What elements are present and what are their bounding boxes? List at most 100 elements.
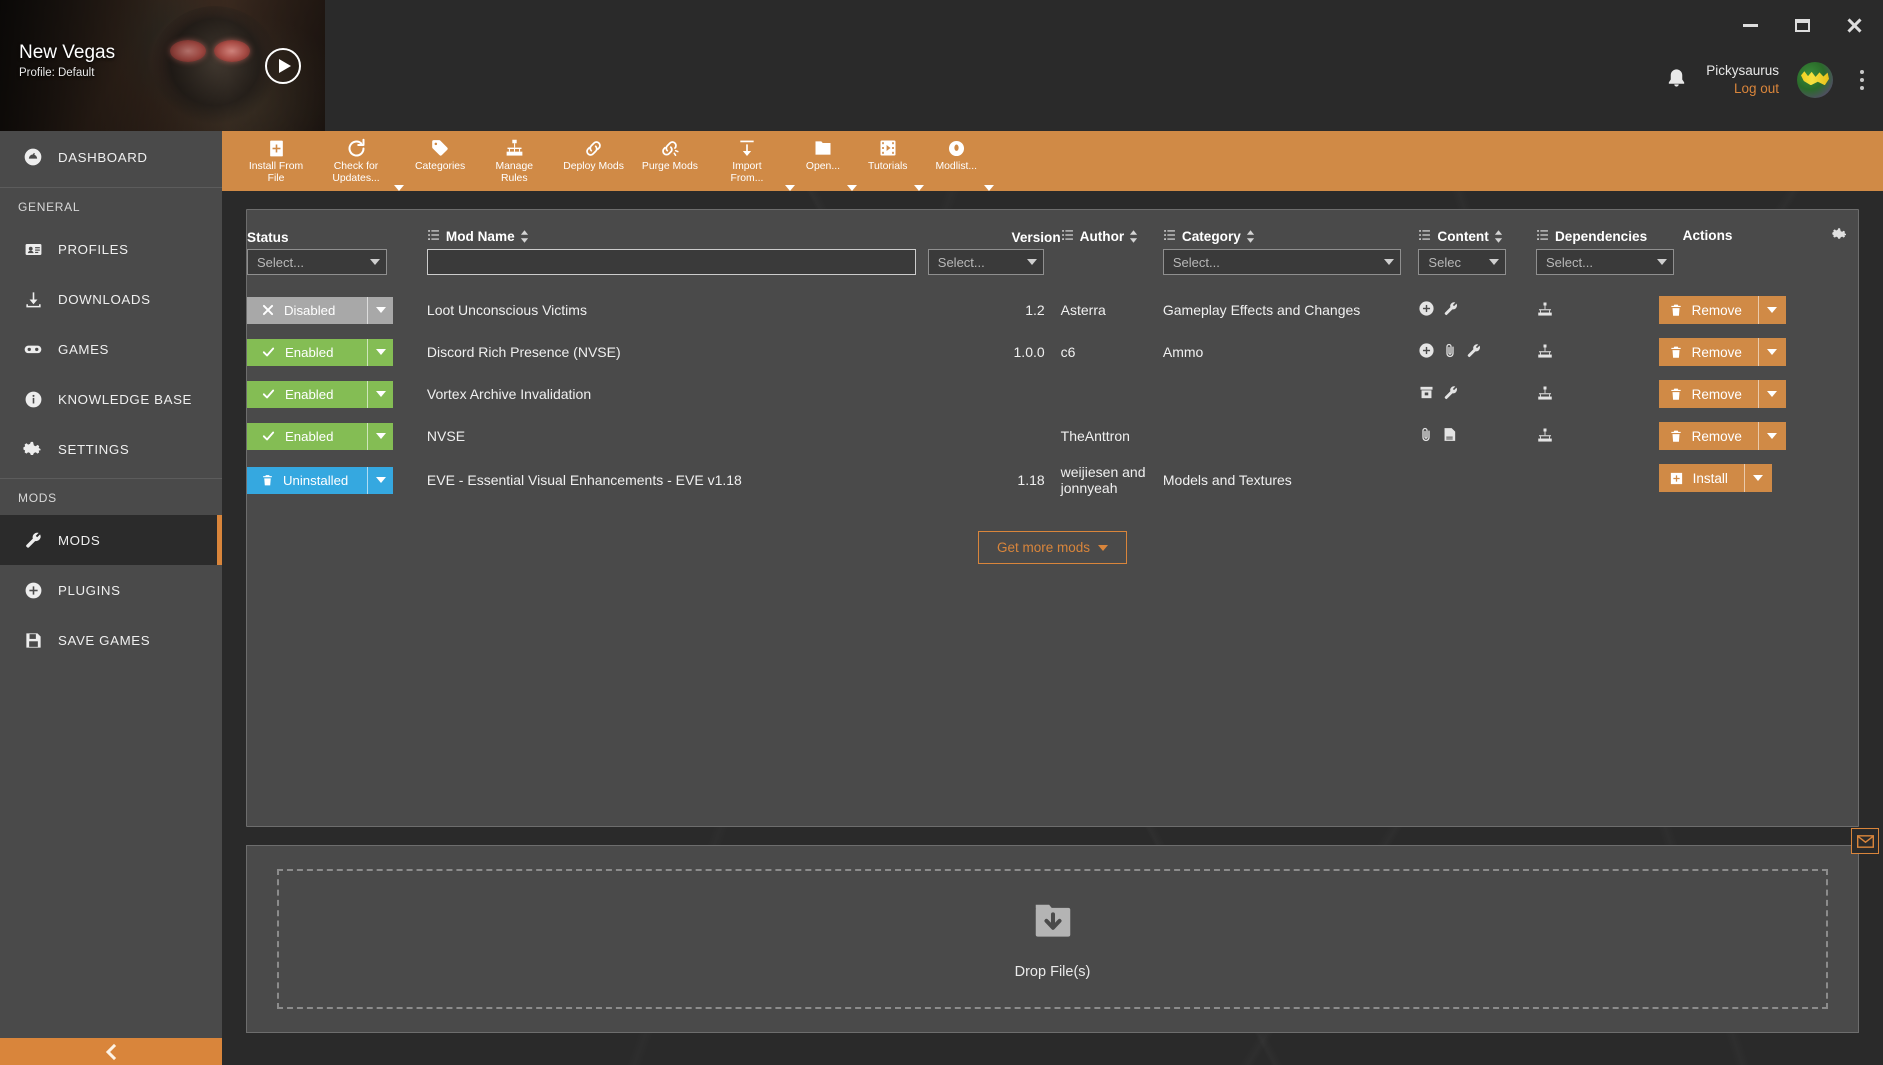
column-header-mod-name[interactable]: Mod Name xyxy=(427,210,928,249)
categories-button[interactable]: Categories xyxy=(406,131,474,173)
sidebar-item-downloads[interactable]: DOWNLOADS xyxy=(0,274,222,324)
status-filter-select[interactable]: Select... xyxy=(247,249,387,275)
column-menu-icon[interactable] xyxy=(1418,228,1432,245)
manage-rules-button[interactable]: Manage Rules xyxy=(474,131,554,184)
status-dropdown-button[interactable] xyxy=(367,423,393,450)
status-toggle-main[interactable]: Enabled xyxy=(247,423,367,450)
more-menu-button[interactable] xyxy=(1851,65,1873,95)
dependency-tree-icon[interactable] xyxy=(1536,301,1659,319)
check-for-updates-button[interactable]: Check for Updates... xyxy=(316,131,396,184)
column-menu-icon[interactable] xyxy=(1163,228,1177,245)
maximize-button[interactable] xyxy=(1789,12,1815,38)
sidebar-collapse-button[interactable] xyxy=(0,1038,222,1065)
category-filter-select[interactable]: Select... xyxy=(1163,249,1401,275)
deploy-mods-button[interactable]: Deploy Mods xyxy=(554,131,633,173)
wrench-icon xyxy=(1442,384,1459,404)
install-mod-main[interactable]: Install xyxy=(1659,464,1744,492)
table-row[interactable]: Uninstalled EVE - Essential Visual Enhan… xyxy=(247,457,1858,503)
play-button[interactable] xyxy=(265,48,301,84)
remove-mod-dropdown[interactable] xyxy=(1758,380,1786,408)
drop-zone-panel[interactable]: Drop File(s) xyxy=(246,845,1859,1033)
table-row[interactable]: Enabled Discord Rich Presence (NVSE) 1.0… xyxy=(247,331,1858,373)
remove-mod-main[interactable]: Remove xyxy=(1659,380,1758,408)
remove-mod-main[interactable]: Remove xyxy=(1659,296,1758,324)
chevron-down-icon xyxy=(1767,433,1777,439)
content-filter-select[interactable]: Selec xyxy=(1418,249,1506,275)
column-header-status[interactable]: Status xyxy=(247,210,427,249)
install-from-file-button[interactable]: Install From File xyxy=(236,131,316,184)
sidebar-item-knowledge-base[interactable]: KNOWLEDGE BASE xyxy=(0,374,222,424)
dependency-tree-icon[interactable] xyxy=(1536,385,1659,403)
avatar[interactable] xyxy=(1797,62,1833,98)
column-header-content[interactable]: Content xyxy=(1418,210,1536,249)
status-dropdown-button[interactable] xyxy=(367,381,393,408)
column-header-version[interactable]: Version xyxy=(928,210,1061,249)
sidebar-item-games[interactable]: GAMES xyxy=(0,324,222,374)
minimize-button[interactable] xyxy=(1737,12,1763,38)
sort-icon[interactable] xyxy=(520,230,529,243)
column-menu-icon[interactable] xyxy=(427,228,441,245)
remove-mod-dropdown[interactable] xyxy=(1758,296,1786,324)
sort-icon[interactable] xyxy=(1129,230,1138,243)
remove-mod-button[interactable]: Remove xyxy=(1659,380,1786,408)
table-row[interactable]: Disabled Loot Unconscious Victims 1.2 As… xyxy=(247,289,1858,331)
open-button[interactable]: Open... xyxy=(797,131,849,173)
status-toggle-button[interactable]: Enabled xyxy=(247,381,393,408)
status-toggle-main[interactable]: Disabled xyxy=(247,297,367,324)
sidebar-item-plugins[interactable]: PLUGINS xyxy=(0,565,222,615)
sidebar-item-settings[interactable]: SETTINGS xyxy=(0,424,222,474)
status-toggle-button[interactable]: Enabled xyxy=(247,423,393,450)
remove-mod-dropdown[interactable] xyxy=(1758,422,1786,450)
toolbar-label: Open... xyxy=(806,161,840,173)
import-from-button[interactable]: Import From... xyxy=(707,131,787,184)
table-row[interactable]: Enabled Vortex Archive Invalidation xyxy=(247,373,1858,415)
dependencies-filter-select[interactable]: Select... xyxy=(1536,249,1674,275)
remove-mod-dropdown[interactable] xyxy=(1758,338,1786,366)
remove-mod-button[interactable]: Remove xyxy=(1659,296,1786,324)
column-header-author[interactable]: Author xyxy=(1061,210,1163,249)
column-menu-icon[interactable] xyxy=(1536,228,1550,245)
status-toggle-main[interactable]: Enabled xyxy=(247,381,367,408)
version-filter-select[interactable]: Select... xyxy=(928,249,1044,275)
modlist-button[interactable]: Modlist... xyxy=(926,131,986,173)
purge-mods-button[interactable]: Purge Mods xyxy=(633,131,707,173)
dependency-tree-icon[interactable] xyxy=(1536,427,1659,445)
active-game-banner[interactable]: New Vegas Profile: Default xyxy=(0,0,325,131)
feedback-button[interactable] xyxy=(1851,828,1879,854)
status-toggle-button[interactable]: Disabled xyxy=(247,297,393,324)
drop-zone[interactable]: Drop File(s) xyxy=(277,869,1828,1009)
status-toggle-button[interactable]: Uninstalled xyxy=(247,467,393,494)
remove-mod-button[interactable]: Remove xyxy=(1659,422,1786,450)
toolbar-label: Deploy Mods xyxy=(563,161,624,173)
sort-icon[interactable] xyxy=(1494,230,1503,243)
remove-mod-main[interactable]: Remove xyxy=(1659,422,1758,450)
mod-name-filter-input[interactable] xyxy=(427,249,916,275)
status-dropdown-button[interactable] xyxy=(367,467,393,494)
dependency-tree-icon[interactable] xyxy=(1536,343,1659,361)
sort-icon[interactable] xyxy=(1246,230,1255,243)
remove-mod-button[interactable]: Remove xyxy=(1659,338,1786,366)
status-toggle-button[interactable]: Enabled xyxy=(247,339,393,366)
sidebar-item-dashboard[interactable]: DASHBOARD xyxy=(0,131,222,183)
status-dropdown-button[interactable] xyxy=(367,339,393,366)
column-header-dependencies[interactable]: Dependencies xyxy=(1536,210,1659,249)
tutorials-button[interactable]: Tutorials xyxy=(859,131,916,173)
install-mod-button[interactable]: Install xyxy=(1659,464,1772,492)
status-toggle-main[interactable]: Uninstalled xyxy=(247,467,367,494)
cross-icon xyxy=(261,303,275,317)
logout-link[interactable]: Log out xyxy=(1706,80,1779,98)
table-settings-icon[interactable] xyxy=(1832,226,1848,245)
sidebar-item-mods[interactable]: MODS xyxy=(0,515,222,565)
remove-mod-main[interactable]: Remove xyxy=(1659,338,1758,366)
column-header-category[interactable]: Category xyxy=(1163,210,1419,249)
status-toggle-main[interactable]: Enabled xyxy=(247,339,367,366)
install-mod-dropdown[interactable] xyxy=(1744,464,1772,492)
table-row[interactable]: Enabled NVSE TheAnttron xyxy=(247,415,1858,457)
column-menu-icon[interactable] xyxy=(1061,228,1075,245)
status-dropdown-button[interactable] xyxy=(367,297,393,324)
sidebar-item-save-games[interactable]: SAVE GAMES xyxy=(0,615,222,665)
get-more-mods-button[interactable]: Get more mods xyxy=(978,531,1127,564)
notifications-button[interactable] xyxy=(1665,65,1688,96)
sidebar-item-profiles[interactable]: PROFILES xyxy=(0,224,222,274)
close-button[interactable] xyxy=(1841,12,1867,38)
